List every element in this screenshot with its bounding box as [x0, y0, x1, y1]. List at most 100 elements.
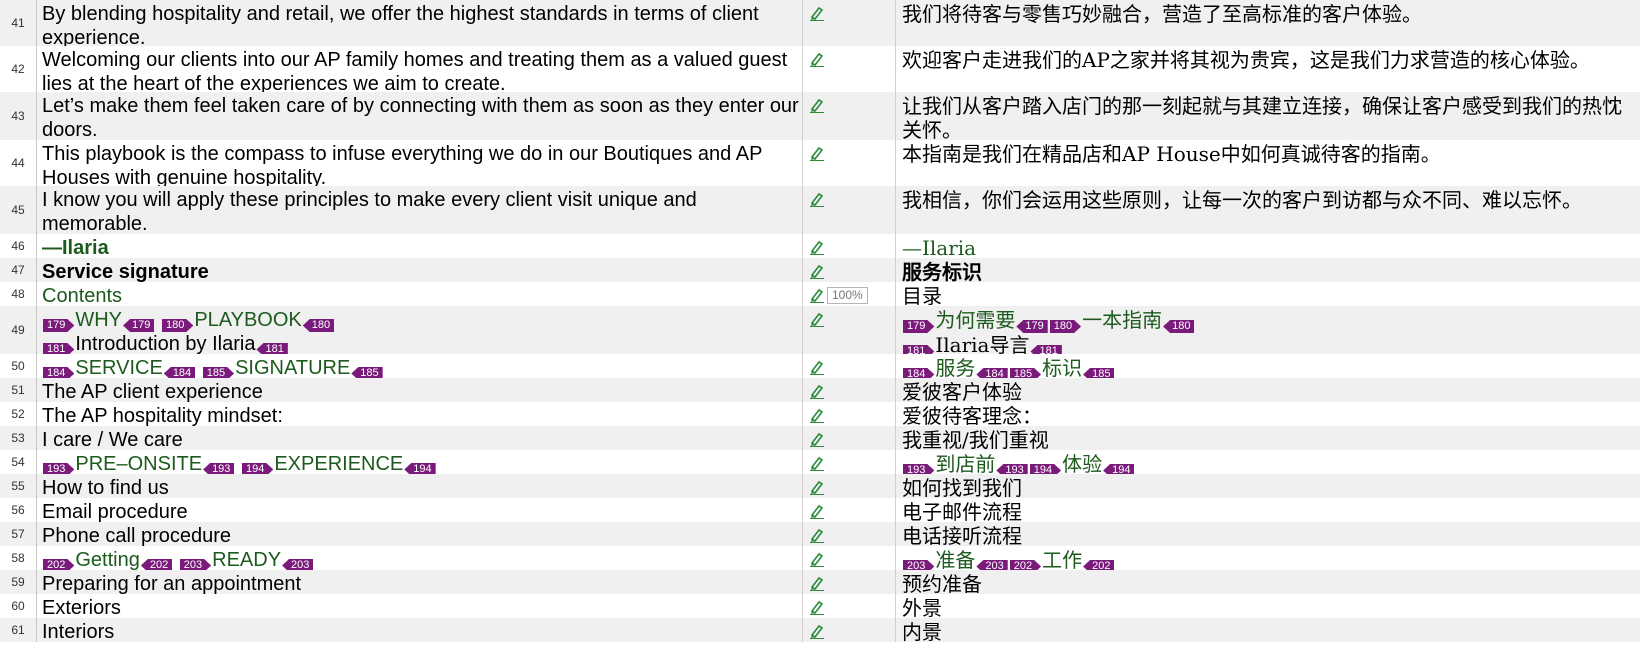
pencil-edit-icon[interactable]: [809, 383, 825, 399]
segment-row[interactable]: 54 193 PRE–ONSITE 193 194 EXPERIENCE 194 193 到店…: [0, 450, 1640, 477]
target-cell[interactable]: 预约准备: [902, 572, 1632, 596]
segment-row[interactable]: 49 179 WHY 179 180 PLAYBOOK 180 181 Introductio…: [0, 306, 1640, 358]
source-cell[interactable]: Email procedure: [42, 500, 802, 524]
segment-row[interactable]: 53 I care / We care 我重视/我们重视: [0, 426, 1640, 452]
pencil-edit-icon[interactable]: [809, 527, 825, 543]
source-cell[interactable]: Interiors: [42, 620, 802, 644]
source-cell[interactable]: Service signature: [42, 260, 802, 284]
pencil-edit-icon[interactable]: [809, 407, 825, 423]
source-cell[interactable]: 184 SERVICE 184 185 SIGNATURE 185: [42, 356, 802, 380]
pencil-edit-icon[interactable]: [809, 263, 825, 279]
pencil-edit-icon[interactable]: [809, 503, 825, 519]
pencil-edit-icon[interactable]: [809, 431, 825, 447]
source-cell[interactable]: Exteriors: [42, 596, 802, 620]
target-cell[interactable]: 让我们从客户踏入店门的那一刻起就与其建立连接，确保让客户感受到我们的热忱关怀。: [902, 94, 1632, 142]
segment-row[interactable]: 58 202 Getting 202 203 READY 203 203 准备 203 202 工作…: [0, 546, 1640, 573]
target-cell[interactable]: 179 为何需要 179 180 一本指南 180 181 Ilaria导言 181: [902, 308, 1632, 358]
target-cell[interactable]: 服务标识: [902, 260, 1632, 284]
pencil-edit-icon[interactable]: [809, 575, 825, 591]
pencil-edit-icon[interactable]: [809, 455, 825, 471]
segment-row[interactable]: 41 By blending hospitality and retail, we…: [0, 0, 1640, 49]
segment-row[interactable]: 61 Interiors 内景: [0, 618, 1640, 644]
source-cell[interactable]: Preparing for an appointment: [42, 572, 802, 596]
inline-tag-open[interactable]: 180: [162, 319, 193, 332]
src-text-run: [155, 309, 161, 331]
status-cell: [802, 402, 896, 426]
inline-tag-open[interactable]: 180: [1050, 320, 1081, 333]
source-cell[interactable]: Phone call procedure: [42, 524, 802, 548]
segment-number: 55: [0, 474, 37, 498]
segment-row[interactable]: 48 Contents 100% 目录: [0, 282, 1640, 308]
pencil-edit-icon[interactable]: [809, 479, 825, 495]
target-cell[interactable]: 爱彼客户体验: [902, 380, 1632, 404]
inline-tag-close[interactable]: 180: [1163, 320, 1195, 333]
pencil-edit-icon[interactable]: [809, 5, 825, 21]
source-cell[interactable]: —Ilaria: [42, 236, 802, 260]
segment-row[interactable]: 60 Exteriors 外景: [0, 594, 1640, 620]
segment-row[interactable]: 50 184 SERVICE 184 185 SIGNATURE 185 184 服务 184 1…: [0, 354, 1640, 381]
pencil-edit-icon[interactable]: [809, 551, 825, 567]
segment-row[interactable]: 57 Phone call procedure 电话接听流程: [0, 522, 1640, 548]
segment-row[interactable]: 56 Email procedure 电子邮件流程: [0, 498, 1640, 524]
source-cell[interactable]: This playbook is the compass to infuse e…: [42, 142, 802, 190]
segment-row[interactable]: 52 The AP hospitality mindset: 爱彼待客理念：: [0, 402, 1640, 428]
target-cell[interactable]: 我重视/我们重视: [902, 428, 1632, 452]
inline-tag-open[interactable]: 179: [43, 319, 74, 332]
target-cell[interactable]: 欢迎客户走进我们的AP之家并将其视为贵宾，这是我们力求营造的核心体验。: [902, 48, 1632, 72]
src-text-run: Contents: [42, 285, 123, 307]
segment-number: 49: [0, 306, 37, 354]
source-cell[interactable]: Contents: [42, 284, 802, 308]
segment-number: 42: [0, 46, 37, 92]
segment-row[interactable]: 43 Let’s make them feel taken care of by …: [0, 92, 1640, 142]
source-cell[interactable]: The AP client experience: [42, 380, 802, 404]
pencil-edit-icon[interactable]: [809, 145, 825, 161]
segment-row[interactable]: 51 The AP client experience 爱彼客户体验: [0, 378, 1640, 404]
inline-tag-close[interactable]: 180: [302, 319, 335, 332]
segment-row[interactable]: 47 Service signature 服务标识: [0, 258, 1640, 284]
segment-row[interactable]: 59 Preparing for an appointment 预约准备: [0, 570, 1640, 596]
target-cell[interactable]: 内景: [902, 620, 1632, 644]
segment-row[interactable]: 44 This playbook is the compass to infuse…: [0, 140, 1640, 189]
inline-tag-close[interactable]: 179: [123, 319, 155, 332]
pencil-edit-icon[interactable]: [809, 287, 825, 303]
status-cell: [802, 618, 896, 642]
source-cell[interactable]: By blending hospitality and retail, we o…: [42, 2, 802, 50]
inline-tag-close[interactable]: 179: [1016, 320, 1048, 333]
source-cell[interactable]: 193 PRE–ONSITE 193 194 EXPERIENCE 194: [42, 452, 802, 476]
target-cell[interactable]: 本指南是我们在精品店和AP House中如何真诚待客的指南。: [902, 142, 1632, 166]
pencil-edit-icon[interactable]: [809, 599, 825, 615]
src-text-run: PLAYBOOK: [194, 309, 302, 331]
pencil-edit-icon[interactable]: [809, 623, 825, 639]
target-cell[interactable]: 外景: [902, 596, 1632, 620]
segment-row[interactable]: 46 —Ilaria —Ilaria: [0, 234, 1640, 260]
source-cell[interactable]: I know you will apply these principles t…: [42, 188, 802, 236]
source-cell[interactable]: How to find us: [42, 476, 802, 500]
source-cell[interactable]: I care / We care: [42, 428, 802, 452]
pencil-edit-icon[interactable]: [809, 191, 825, 207]
pencil-edit-icon[interactable]: [809, 239, 825, 255]
target-cell[interactable]: 电话接听流程: [902, 524, 1632, 548]
source-cell[interactable]: The AP hospitality mindset:: [42, 404, 802, 428]
source-cell[interactable]: 179 WHY 179 180 PLAYBOOK 180 181 Introduction …: [42, 308, 802, 356]
target-cell[interactable]: 我相信，你们会运用这些原则，让每一次的客户到访都与众不同、难以忘怀。: [902, 188, 1632, 212]
target-cell[interactable]: 我们将待客与零售巧妙融合，营造了至高标准的客户体验。: [902, 2, 1632, 26]
target-cell[interactable]: 电子邮件流程: [902, 500, 1632, 524]
pencil-edit-icon[interactable]: [809, 97, 825, 113]
source-cell[interactable]: Let’s make them feel taken care of by co…: [42, 94, 802, 142]
segment-row[interactable]: 55 How to find us 如何找到我们: [0, 474, 1640, 500]
pencil-edit-icon[interactable]: [809, 51, 825, 67]
target-cell[interactable]: 如何找到我们: [902, 476, 1632, 500]
pencil-edit-icon[interactable]: [809, 311, 825, 327]
pencil-edit-icon[interactable]: [809, 359, 825, 375]
source-cell[interactable]: Welcoming our clients into our AP family…: [42, 48, 802, 96]
segment-number: 56: [0, 498, 37, 522]
segment-row[interactable]: 45 I know you will apply these principles…: [0, 186, 1640, 236]
target-cell[interactable]: 目录: [902, 284, 1632, 308]
source-cell[interactable]: 202 Getting 202 203 READY 203: [42, 548, 802, 572]
target-cell[interactable]: 爱彼待客理念：: [902, 404, 1632, 428]
inline-tag-open[interactable]: 179: [903, 320, 934, 333]
target-cell[interactable]: —Ilaria: [902, 236, 1632, 260]
src-text-run: I know you will apply these principles t…: [42, 189, 697, 235]
segment-row[interactable]: 42 Welcoming our clients into our AP fami…: [0, 46, 1640, 95]
segment-number: 51: [0, 378, 37, 402]
